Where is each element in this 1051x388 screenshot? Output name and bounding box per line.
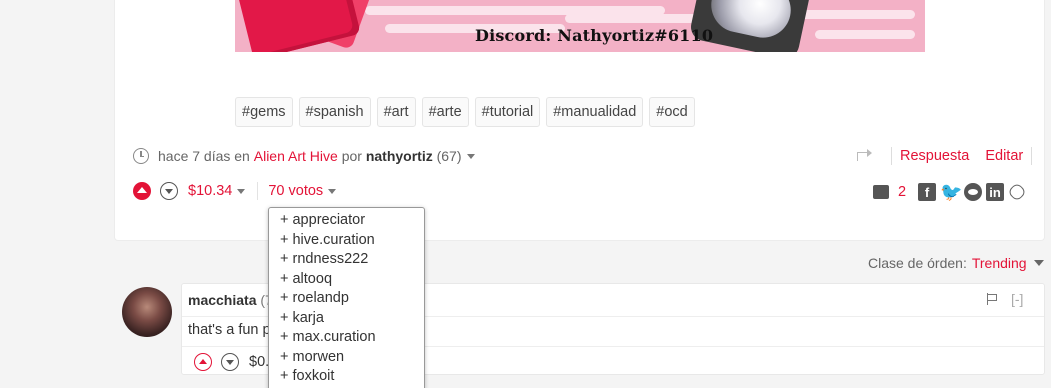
comment-header: macchiata (7: [188, 292, 273, 308]
voters-chevron-icon[interactable]: [328, 188, 337, 194]
banner-discord-text: Discord: Nathyortiz#6110: [475, 26, 714, 45]
tag-tutorial[interactable]: #tutorial: [474, 97, 541, 127]
divider: [257, 182, 259, 200]
chevron-down-icon: [165, 189, 173, 194]
reblog-icon[interactable]: [855, 149, 873, 163]
facebook-icon[interactable]: f: [918, 183, 937, 201]
tag-art[interactable]: #art: [376, 97, 416, 127]
chevron-down-icon: [226, 360, 234, 365]
voters-dropdown: + appreciator + hive.curation + rndness2…: [268, 207, 425, 388]
voter-item[interactable]: + appreciator: [280, 211, 424, 231]
post-banner-image: Discord: Nathyortiz#6110: [235, 0, 925, 52]
tag-gems[interactable]: #gems: [235, 97, 293, 127]
sort-select[interactable]: Trending: [972, 255, 1027, 271]
voter-item[interactable]: + rndness222: [280, 250, 424, 270]
clock-icon: [133, 148, 149, 164]
tag-arte[interactable]: #arte: [421, 97, 469, 127]
comment-upvote-button[interactable]: [194, 353, 212, 371]
twitter-icon[interactable]: 🐦: [940, 183, 962, 201]
flag-icon[interactable]: [987, 293, 997, 305]
voter-item[interactable]: + karja: [280, 309, 424, 329]
community-link[interactable]: Alien Art Hive: [254, 148, 338, 164]
chevron-up-icon: [137, 187, 147, 193]
post-time: hace 7 días en: [158, 148, 250, 164]
author-link[interactable]: nathyortiz: [366, 148, 433, 164]
collapse-button[interactable]: [-]: [1011, 291, 1023, 307]
voter-item[interactable]: + hive.curation: [280, 231, 424, 251]
comments-icon[interactable]: [870, 182, 889, 199]
tag-list: #gems #spanish #art #arte #tutorial #man…: [235, 97, 695, 127]
upvote-button[interactable]: [133, 182, 151, 200]
reply-button[interactable]: Respuesta: [892, 148, 977, 164]
payout-chevron-icon[interactable]: [237, 188, 246, 194]
tag-manualidad[interactable]: #manualidad: [546, 97, 644, 127]
comment-payout[interactable]: $0.: [249, 354, 269, 370]
by-label: por: [341, 148, 362, 164]
share-bar: 2 f 🐦 in: [870, 182, 1027, 202]
voter-item[interactable]: + roelandp: [280, 289, 424, 309]
comment-sort: Clase de órden: Trending: [868, 255, 1044, 271]
edit-button[interactable]: Editar: [977, 148, 1031, 164]
post-actions: Respuesta Editar: [855, 146, 1033, 166]
divider: [1031, 147, 1033, 165]
linkedin-icon[interactable]: in: [986, 183, 1005, 201]
avatar[interactable]: [122, 287, 172, 337]
post-payout[interactable]: $10.34: [188, 183, 232, 199]
voter-item[interactable]: + morwen: [280, 348, 424, 368]
post-meta: hace 7 días en Alien Art Hive por nathyo…: [133, 146, 475, 166]
tag-spanish[interactable]: #spanish: [298, 97, 371, 127]
link-icon[interactable]: [1007, 182, 1027, 202]
tag-ocd[interactable]: #ocd: [649, 97, 695, 127]
voter-item[interactable]: + foxkoit: [280, 367, 424, 387]
downvote-button[interactable]: [160, 182, 178, 200]
voter-item[interactable]: + altooq: [280, 270, 424, 290]
sort-chevron-icon[interactable]: [1033, 260, 1044, 266]
author-reputation: (67): [436, 148, 462, 164]
comment-body: that's a fun p: [188, 322, 271, 338]
comment-count[interactable]: 2: [898, 184, 906, 200]
voter-item[interactable]: + max.curation: [280, 328, 424, 348]
voters-dropdown-button[interactable]: 70 votos: [268, 183, 323, 199]
reddit-icon[interactable]: [964, 183, 983, 201]
comment-author-link[interactable]: macchiata: [188, 292, 256, 308]
comment-vote-bar: $0.: [194, 353, 269, 371]
author-menu-chevron-icon[interactable]: [466, 153, 475, 159]
sort-label: Clase de órden:: [868, 255, 967, 271]
comment-downvote-button[interactable]: [221, 353, 239, 371]
vote-bar: $10.34 70 votos: [133, 180, 337, 202]
chevron-up-icon: [199, 358, 207, 364]
